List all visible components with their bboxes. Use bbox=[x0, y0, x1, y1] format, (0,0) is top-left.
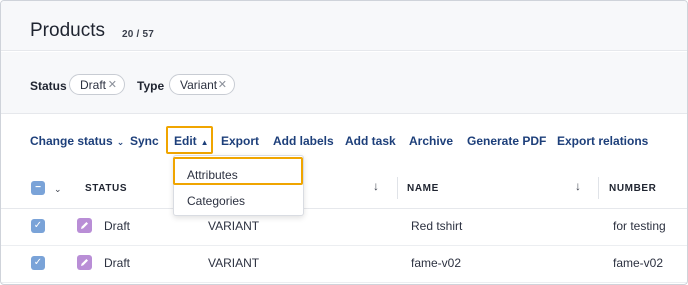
name-cell[interactable]: Red tshirt bbox=[411, 219, 462, 233]
filter-chip-type[interactable]: Variant ✕ bbox=[169, 74, 235, 95]
close-icon[interactable]: ✕ bbox=[108, 78, 117, 91]
column-header-number[interactable]: NUMBER bbox=[609, 183, 657, 194]
type-cell: VARIANT bbox=[208, 256, 260, 270]
table-header: STATUS NAME NUMBER bbox=[1, 167, 687, 209]
status-cell: Draft bbox=[104, 256, 131, 270]
row-checkbox[interactable]: ✓ bbox=[31, 219, 45, 233]
bulk-actions-toolbar: Change status ⌄ Sync Edit ▲ Export Add lab… bbox=[1, 115, 687, 165]
name-cell[interactable]: fame-v02 bbox=[411, 256, 461, 270]
generate-pdf-button[interactable]: Generate PDF bbox=[467, 134, 546, 148]
filter-label-status: Status bbox=[30, 79, 67, 93]
page-title: Products bbox=[30, 20, 105, 41]
number-cell: fame-v02 bbox=[613, 256, 664, 270]
sort-arrow-icon[interactable]: ↓ bbox=[373, 179, 379, 193]
row-checkbox[interactable]: ✓ bbox=[31, 256, 45, 270]
add-labels-button[interactable]: Add labels bbox=[273, 134, 334, 148]
column-divider bbox=[397, 177, 398, 199]
status-cell: Draft bbox=[104, 219, 131, 233]
column-divider bbox=[598, 177, 599, 199]
filter-chip-value: Draft bbox=[80, 78, 107, 92]
filter-chip-status[interactable]: Draft ✕ bbox=[69, 74, 125, 95]
filter-chip-value: Variant bbox=[180, 78, 218, 92]
export-relations-button[interactable]: Export relations bbox=[557, 134, 648, 148]
number-cell: for testing bbox=[613, 219, 666, 233]
draft-pencil-icon bbox=[77, 218, 92, 233]
column-header-status[interactable]: STATUS bbox=[85, 183, 127, 194]
products-panel: Products 20 / 57 Status Draft ✕ Type Var… bbox=[0, 0, 688, 285]
sort-arrow-icon[interactable]: ↓ bbox=[575, 179, 581, 193]
filter-label-type: Type bbox=[137, 79, 165, 93]
draft-pencil-icon bbox=[77, 255, 92, 270]
archive-button[interactable]: Archive bbox=[409, 134, 453, 148]
column-header-name[interactable]: NAME bbox=[407, 183, 439, 194]
close-icon[interactable]: ✕ bbox=[218, 78, 227, 91]
chevron-down-icon[interactable]: ⌄ bbox=[54, 184, 62, 195]
product-count: 20 / 57 bbox=[122, 29, 154, 40]
edit-highlight-box bbox=[166, 126, 213, 154]
table-row[interactable]: ✓ Draft VARIANT Red tshirt for testing bbox=[1, 209, 687, 246]
menu-item-categories[interactable]: Categories bbox=[174, 185, 303, 213]
sync-button[interactable]: Sync bbox=[130, 134, 159, 148]
change-status-label: Change status bbox=[30, 134, 113, 148]
select-all-checkbox[interactable]: − bbox=[31, 181, 45, 195]
attributes-highlight-box bbox=[173, 157, 303, 185]
page-header: Products 20 / 57 bbox=[1, 1, 687, 51]
type-cell: VARIANT bbox=[208, 219, 260, 233]
export-button[interactable]: Export bbox=[221, 134, 259, 148]
table-row[interactable]: ✓ Draft VARIANT fame-v02 fame-v02 bbox=[1, 246, 687, 283]
change-status-button[interactable]: Change status ⌄ bbox=[30, 134, 124, 148]
add-task-button[interactable]: Add task bbox=[345, 134, 396, 148]
chevron-down-icon: ⌄ bbox=[116, 137, 125, 147]
filter-bar: Status Draft ✕ Type Variant ✕ bbox=[1, 52, 687, 114]
